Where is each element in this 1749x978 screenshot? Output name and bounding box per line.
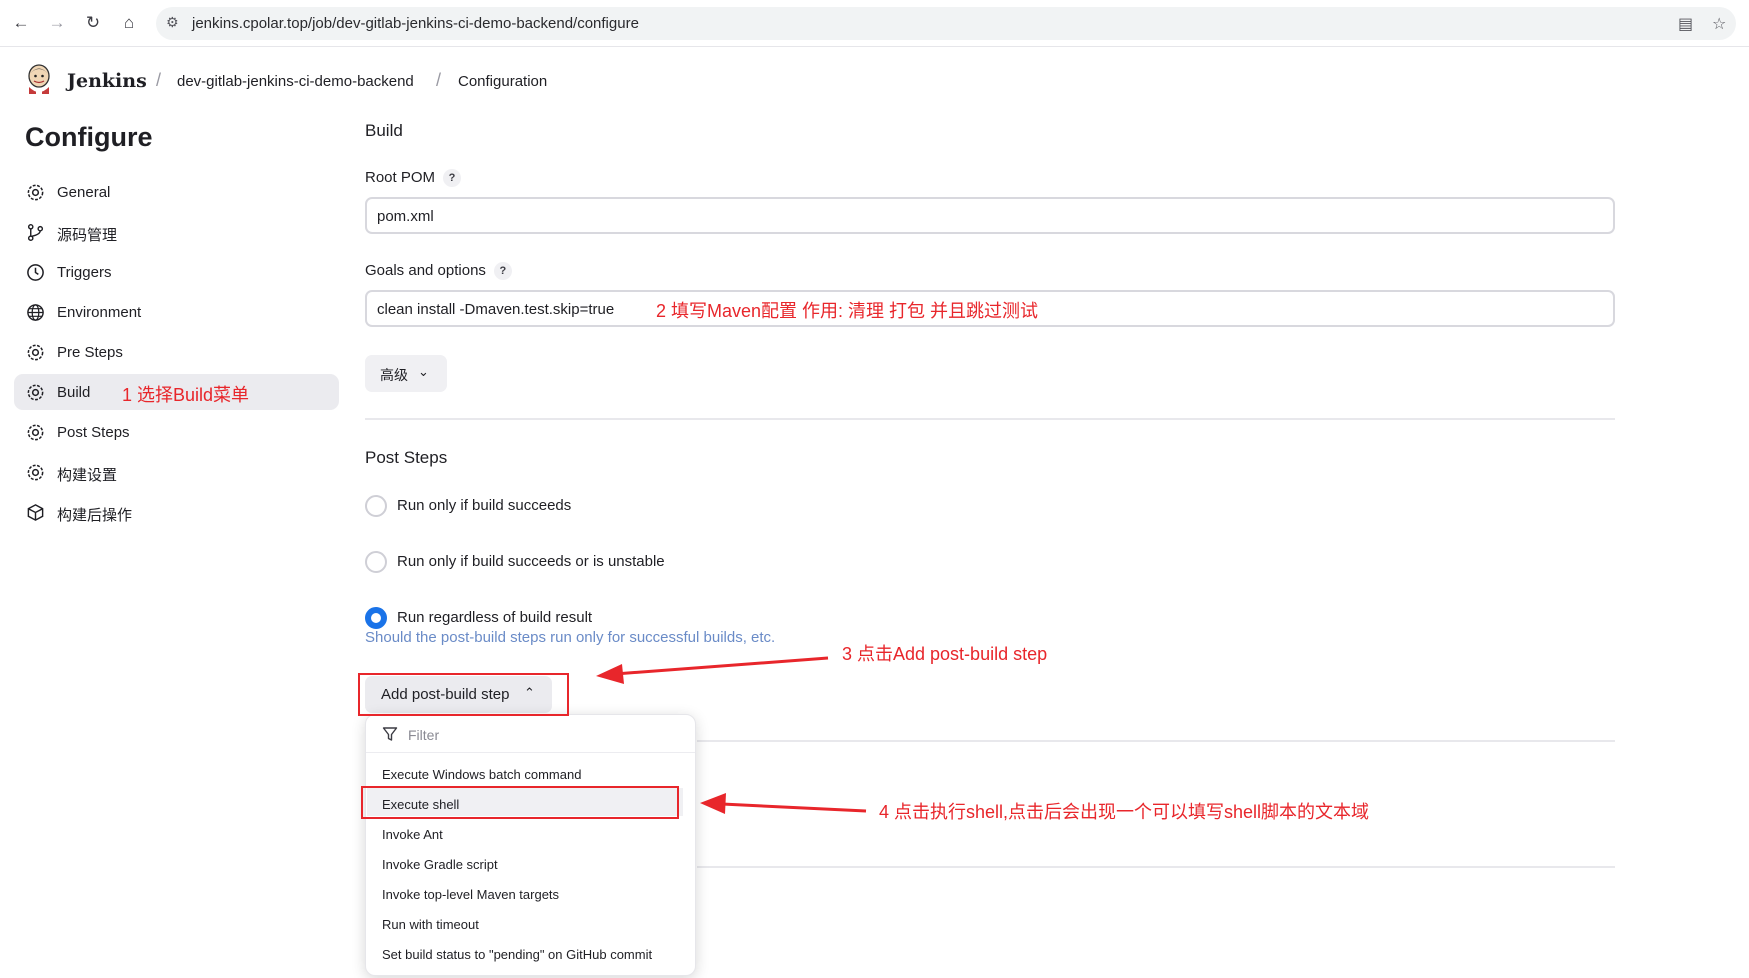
annotation-arrows [596,656,867,814]
arrow-step-3 [596,656,829,684]
arrow-step-4 [700,793,867,814]
